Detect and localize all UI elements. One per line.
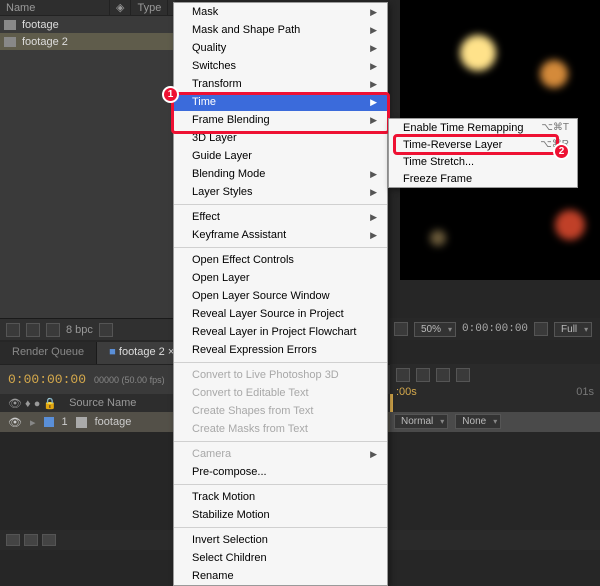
menu-item[interactable]: 3D Layer — [174, 129, 387, 147]
trkmat-dropdown[interactable]: None — [455, 414, 501, 429]
layer-num: 1 — [62, 416, 68, 428]
bokeh-light — [540, 60, 568, 88]
menu-item[interactable]: Stabilize Motion — [174, 506, 387, 524]
timeline-tabs: Render Queue ■ footage 2 × — [0, 342, 187, 364]
brainstorm-icon[interactable] — [456, 368, 470, 382]
fps-label: 00000 (50.00 fps) — [94, 375, 165, 385]
bokeh-light — [555, 210, 585, 240]
menu-item[interactable]: Invert Selection — [174, 531, 387, 549]
project-toolbar: 8 bpc — [0, 318, 175, 340]
preview-toolbar: 50% 0:00:00:00 Full — [388, 318, 600, 340]
motion-blur-icon[interactable] — [436, 368, 450, 382]
time-submenu[interactable]: Enable Time Remapping⌥⌘TTime-Reverse Lay… — [388, 118, 578, 188]
preview-time[interactable]: 0:00:00:00 — [462, 323, 528, 335]
toggle-modes-icon[interactable] — [24, 534, 38, 546]
project-columns-header: Name ◈ Type — [0, 0, 175, 16]
col-tag-icon[interactable]: ◈ — [110, 0, 131, 15]
search-icon[interactable] — [6, 323, 20, 337]
col-source[interactable]: Source Name — [69, 397, 136, 409]
menu-item[interactable]: Effect▶ — [174, 208, 387, 226]
menu-item[interactable]: Rename — [174, 567, 387, 585]
col-type[interactable]: Type — [131, 0, 168, 15]
trash-icon[interactable] — [99, 323, 113, 337]
ruler-tick: :00s — [396, 386, 417, 398]
submenu-item[interactable]: Time-Reverse Layer⌥⌘R — [389, 136, 577, 153]
project-row[interactable]: footage 2 — [0, 33, 175, 50]
submenu-item[interactable]: Freeze Frame — [389, 170, 577, 187]
bpc-label[interactable]: 8 bpc — [66, 324, 93, 336]
folder-icon[interactable] — [26, 323, 40, 337]
menu-item[interactable]: Pre-compose... — [174, 463, 387, 481]
annotation-badge-2: 2 — [553, 143, 570, 160]
layer-name: footage — [95, 416, 132, 428]
menu-item: Convert to Editable Text — [174, 384, 387, 402]
menu-item: Create Masks from Text — [174, 420, 387, 438]
project-item-name: footage 2 — [22, 36, 68, 48]
menu-item[interactable]: Open Layer Source Window — [174, 287, 387, 305]
menu-item: Convert to Live Photoshop 3D — [174, 366, 387, 384]
comp-icon — [4, 37, 16, 47]
menu-item[interactable]: Reveal Layer in Project Flowchart — [174, 323, 387, 341]
menu-item[interactable]: Time▶ — [174, 93, 387, 111]
menu-item[interactable]: Blending Mode▶ — [174, 165, 387, 183]
snapshot-icon[interactable] — [534, 322, 548, 336]
layer-type-icon — [76, 417, 87, 428]
resolution-dropdown[interactable]: Full — [554, 322, 592, 337]
annotation-badge-1: 1 — [162, 86, 179, 103]
menu-item[interactable]: Open Layer — [174, 269, 387, 287]
project-panel: Name ◈ Type footage footage 2 — [0, 0, 175, 320]
menu-item[interactable]: Transform▶ — [174, 75, 387, 93]
menu-item[interactable]: Mask and Shape Path▶ — [174, 21, 387, 39]
menu-item: Camera▶ — [174, 445, 387, 463]
menu-item[interactable]: Reveal Expression Errors — [174, 341, 387, 359]
menu-item[interactable]: Quality▶ — [174, 39, 387, 57]
shy-icon[interactable] — [416, 368, 430, 382]
layer-track-bar[interactable]: Normal None — [390, 412, 600, 432]
blend-mode-dropdown[interactable]: Normal — [394, 414, 448, 429]
menu-item[interactable]: Switches▶ — [174, 57, 387, 75]
menu-item[interactable]: Frame Blending▶ — [174, 111, 387, 129]
graph-icon[interactable] — [396, 368, 410, 382]
bokeh-light — [460, 35, 496, 71]
menu-item[interactable]: Reveal Layer Source in Project — [174, 305, 387, 323]
current-time[interactable]: 0:00:00:00 — [8, 372, 86, 387]
footage-icon — [4, 20, 16, 30]
menu-item[interactable]: Open Effect Controls — [174, 251, 387, 269]
menu-item[interactable]: Select Children — [174, 549, 387, 567]
submenu-item[interactable]: Time Stretch... — [389, 153, 577, 170]
col-name[interactable]: Name — [0, 0, 110, 15]
layer-color-icon[interactable] — [44, 417, 54, 427]
menu-item: Create Shapes from Text — [174, 402, 387, 420]
menu-item[interactable]: Keyframe Assistant▶ — [174, 226, 387, 244]
menu-item[interactable]: Mask▶ — [174, 3, 387, 21]
menu-item[interactable]: Track Motion — [174, 488, 387, 506]
new-comp-icon[interactable] — [46, 323, 60, 337]
bokeh-light — [430, 230, 446, 246]
layer-context-menu[interactable]: Mask▶Mask and Shape Path▶Quality▶Switche… — [173, 2, 388, 586]
submenu-item[interactable]: Enable Time Remapping⌥⌘T — [389, 119, 577, 136]
project-row[interactable]: footage — [0, 16, 175, 33]
ruler-tick: 01s — [576, 386, 594, 398]
mask-icon[interactable] — [394, 322, 408, 336]
project-item-name: footage — [22, 19, 59, 31]
tab-render-queue[interactable]: Render Queue — [0, 342, 97, 364]
toggle-panes-icon[interactable] — [42, 534, 56, 546]
time-ruler[interactable]: :00s 01s — [390, 364, 600, 412]
zoom-dropdown[interactable]: 50% — [414, 322, 456, 337]
menu-item[interactable]: Layer Styles▶ — [174, 183, 387, 201]
menu-item[interactable]: Guide Layer — [174, 147, 387, 165]
toggle-switches-icon[interactable] — [6, 534, 20, 546]
